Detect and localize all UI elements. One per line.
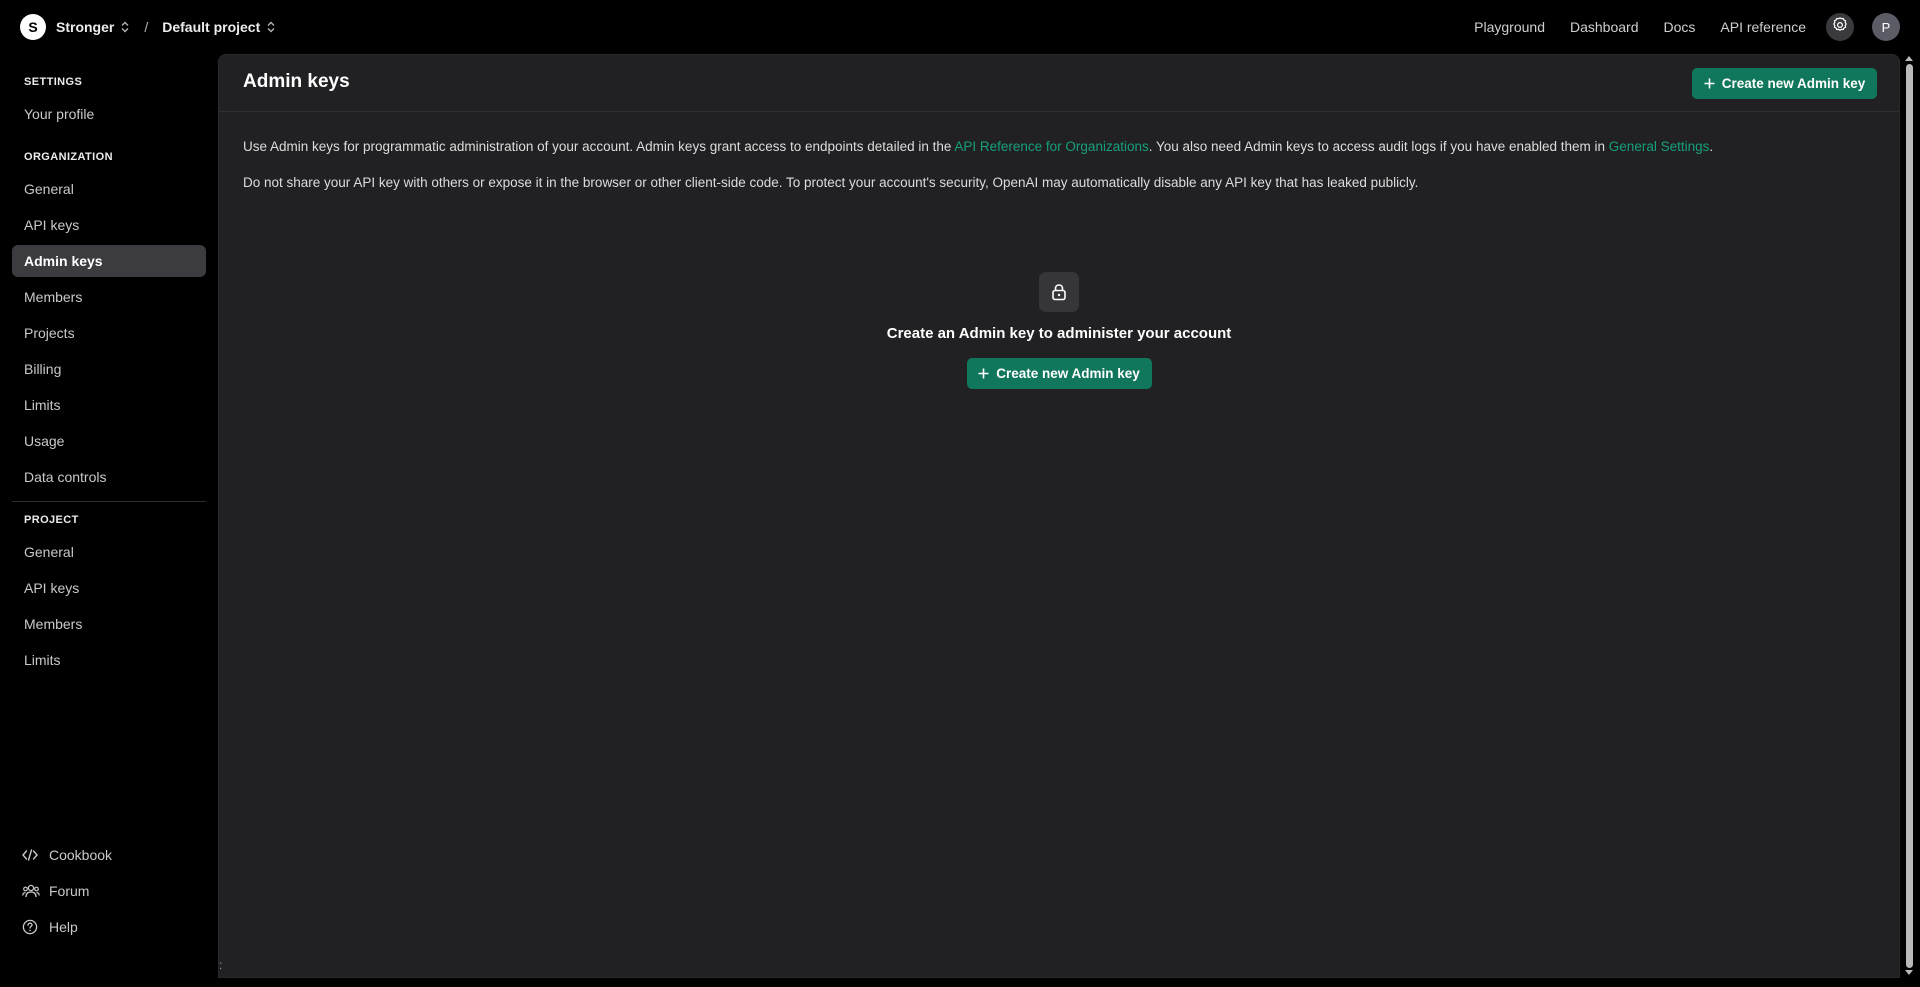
chevron-up-down-icon bbox=[266, 21, 276, 33]
sidebar-item-project-limits[interactable]: Limits bbox=[12, 644, 206, 676]
empty-state-create-admin-key-button[interactable]: Create new Admin key bbox=[966, 358, 1152, 389]
empty-state: Create an Admin key to administer your a… bbox=[219, 272, 1899, 389]
create-admin-key-label: Create new Admin key bbox=[1721, 76, 1866, 91]
sidebar-item-org-api-keys[interactable]: API keys bbox=[12, 209, 206, 241]
sidebar: SETTINGS Your profile ORGANIZATION Gener… bbox=[0, 54, 218, 987]
sidebar-item-project-api-keys[interactable]: API keys bbox=[12, 572, 206, 604]
nav-api-reference[interactable]: API reference bbox=[1720, 19, 1806, 35]
sidebar-item-projects[interactable]: Projects bbox=[12, 317, 206, 349]
scroll-down-arrow-icon[interactable] bbox=[1905, 970, 1913, 975]
sidebar-footer-forum[interactable]: Forum bbox=[22, 883, 89, 899]
description-text: . bbox=[1709, 139, 1714, 154]
nav-docs[interactable]: Docs bbox=[1663, 19, 1695, 35]
sidebar-divider bbox=[12, 501, 206, 502]
sidebar-item-admin-keys[interactable]: Admin keys bbox=[12, 245, 206, 277]
sidebar-footer-cookbook[interactable]: Cookbook bbox=[22, 847, 112, 863]
cookbook-label: Cookbook bbox=[49, 847, 113, 863]
description-admin-keys: Use Admin keys for programmatic administ… bbox=[243, 139, 1713, 154]
help-label: Help bbox=[49, 919, 78, 935]
description-text: . You also need Admin keys to access aud… bbox=[1148, 139, 1609, 154]
general-settings-link[interactable]: General Settings bbox=[1609, 139, 1710, 154]
description-text: Use Admin keys for programmatic administ… bbox=[243, 139, 955, 154]
sidebar-section-project: PROJECT bbox=[24, 514, 79, 526]
chevron-up-down-icon bbox=[120, 21, 130, 33]
gear-icon bbox=[1831, 16, 1849, 39]
org-name: Stronger bbox=[56, 19, 115, 35]
page-header: Admin keys Create new Admin key bbox=[219, 55, 1899, 112]
sidebar-item-data-controls[interactable]: Data controls bbox=[12, 461, 206, 493]
org-switcher[interactable]: Stronger bbox=[56, 19, 130, 35]
scrollbar-thumb[interactable] bbox=[1906, 64, 1913, 968]
plus-icon bbox=[1704, 78, 1715, 89]
top-nav: Playground Dashboard Docs API reference … bbox=[1449, 13, 1900, 41]
sidebar-item-project-members[interactable]: Members bbox=[12, 608, 206, 640]
code-icon bbox=[22, 849, 42, 861]
help-icon bbox=[22, 919, 42, 935]
people-icon bbox=[22, 884, 42, 898]
description-security-warning: Do not share your API key with others or… bbox=[243, 175, 1419, 190]
scroll-up-arrow-icon[interactable] bbox=[1905, 56, 1913, 61]
main-panel: Admin keys Create new Admin key Use Admi… bbox=[218, 54, 1900, 978]
nav-playground[interactable]: Playground bbox=[1474, 19, 1545, 35]
lock-icon bbox=[1039, 272, 1079, 312]
sidebar-item-usage[interactable]: Usage bbox=[12, 425, 206, 457]
sidebar-item-billing[interactable]: Billing bbox=[12, 353, 206, 385]
project-switcher[interactable]: Default project bbox=[162, 19, 276, 35]
forum-label: Forum bbox=[49, 883, 90, 899]
api-reference-organizations-link[interactable]: API Reference for Organizations bbox=[954, 139, 1148, 154]
top-bar: S Stronger / Default project Playground … bbox=[0, 0, 1920, 54]
page-title: Admin keys bbox=[243, 71, 350, 92]
create-admin-key-button[interactable]: Create new Admin key bbox=[1692, 68, 1877, 99]
plus-icon bbox=[978, 368, 989, 379]
settings-button[interactable] bbox=[1826, 13, 1854, 41]
empty-state-title: Create an Admin key to administer your a… bbox=[886, 325, 1232, 342]
sidebar-item-your-profile[interactable]: Your profile bbox=[12, 98, 206, 130]
resize-handle[interactable]: : bbox=[219, 959, 222, 971]
scrollbar[interactable] bbox=[1900, 54, 1920, 978]
sidebar-footer-help[interactable]: Help bbox=[22, 919, 78, 935]
sidebar-section-organization: ORGANIZATION bbox=[24, 151, 113, 163]
sidebar-item-org-limits[interactable]: Limits bbox=[12, 389, 206, 421]
breadcrumb: S Stronger / Default project bbox=[20, 14, 276, 40]
org-avatar[interactable]: S bbox=[20, 14, 46, 40]
nav-dashboard[interactable]: Dashboard bbox=[1570, 19, 1639, 35]
breadcrumb-separator: / bbox=[144, 19, 149, 35]
empty-state-button-label: Create new Admin key bbox=[996, 366, 1140, 381]
sidebar-item-org-general[interactable]: General bbox=[12, 173, 206, 205]
sidebar-item-project-general[interactable]: General bbox=[12, 536, 206, 568]
sidebar-item-org-members[interactable]: Members bbox=[12, 281, 206, 313]
sidebar-section-settings: SETTINGS bbox=[24, 76, 83, 88]
user-avatar[interactable]: P bbox=[1872, 13, 1900, 41]
project-name: Default project bbox=[162, 19, 261, 35]
